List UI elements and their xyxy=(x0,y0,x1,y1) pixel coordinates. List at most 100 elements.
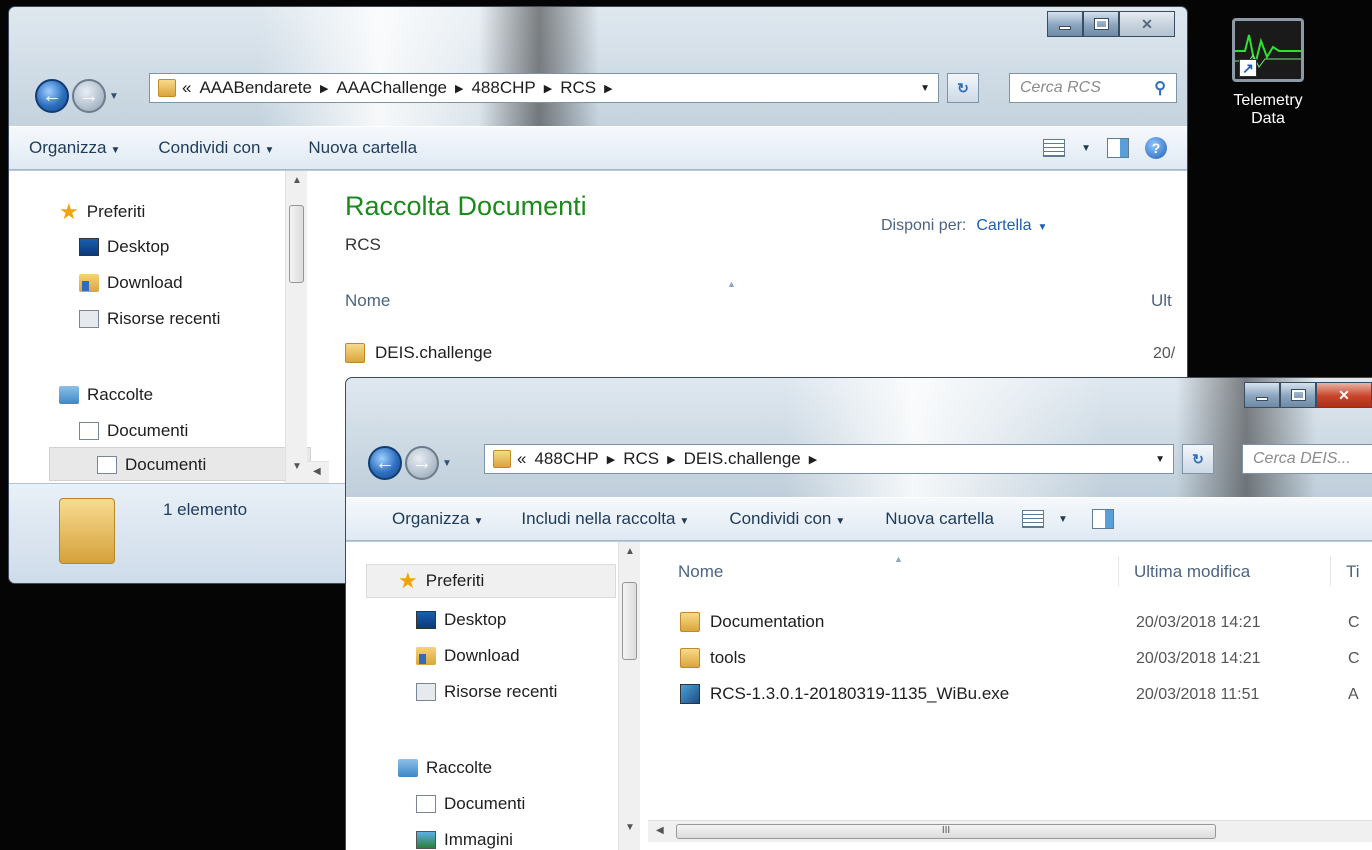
share-menu[interactable]: Condividi con ▼ xyxy=(158,138,274,158)
scroll-thumb[interactable] xyxy=(622,582,637,660)
include-in-library-menu[interactable]: Includi nella raccolta ▼ xyxy=(521,509,689,529)
preview-pane-icon[interactable] xyxy=(1107,138,1129,158)
column-header-modified[interactable]: Ultima modifica xyxy=(1134,562,1250,582)
search-icon[interactable]: ⚲ xyxy=(1154,78,1166,98)
nav-horizontal-scrollbar[interactable]: ◀ xyxy=(307,461,329,483)
desktop-icon-label-2: Data xyxy=(1251,110,1285,127)
minimize-button[interactable] xyxy=(1244,382,1280,408)
scroll-down-icon[interactable]: ▼ xyxy=(619,822,641,842)
minimize-button[interactable] xyxy=(1047,11,1083,37)
back-button[interactable]: ← xyxy=(35,79,69,113)
crumb-deis-challenge[interactable]: DEIS.challenge xyxy=(684,449,801,469)
desktop-icon-label-1: Telemetry xyxy=(1233,92,1303,109)
nav-favorites[interactable]: ★ Preferiti xyxy=(59,201,145,223)
scroll-up-icon[interactable]: ▲ xyxy=(286,175,308,195)
nav-libraries[interactable]: Raccolte xyxy=(398,758,492,778)
search-input[interactable]: Cerca DEIS... xyxy=(1242,444,1372,474)
column-header-modified[interactable]: Ult xyxy=(1151,291,1172,311)
nav-recent[interactable]: Risorse recenti xyxy=(79,309,220,329)
crumb-aaabendarete[interactable]: AAABendarete xyxy=(199,78,311,98)
scroll-left-icon[interactable]: ◀ xyxy=(313,466,321,477)
chevron-down-icon[interactable]: ▼ xyxy=(1058,514,1068,525)
refresh-button[interactable]: ↻ xyxy=(1182,444,1214,474)
nav-download[interactable]: Download xyxy=(79,273,183,293)
nav-download[interactable]: Download xyxy=(416,646,520,666)
crumb-separator-icon[interactable]: ▶ xyxy=(604,82,612,95)
history-dropdown-icon[interactable]: ▼ xyxy=(442,458,452,469)
organize-menu[interactable]: Organizza ▼ xyxy=(392,509,483,529)
column-header-type[interactable]: Ti xyxy=(1346,562,1360,582)
scroll-left-icon[interactable]: ◀ xyxy=(656,825,664,836)
crumb-separator-icon[interactable]: ▶ xyxy=(667,453,675,466)
nav-documents[interactable]: Documenti xyxy=(79,421,188,441)
file-modified: 20/ xyxy=(1153,345,1176,362)
forward-button[interactable]: → xyxy=(405,446,439,480)
crumb-separator-icon[interactable]: ▶ xyxy=(607,453,615,466)
organize-menu[interactable]: Organizza ▼ xyxy=(29,138,120,158)
nav-recent[interactable]: Risorse recenti xyxy=(416,682,557,702)
file-row[interactable]: RCS-1.3.0.1-20180319-1135_WiBu.exe xyxy=(680,684,1009,704)
nav-vertical-scrollbar[interactable]: ▲ ▼ xyxy=(285,171,307,483)
crumb-separator-icon[interactable]: ▶ xyxy=(809,453,817,466)
address-dropdown-icon[interactable]: ▼ xyxy=(1155,454,1165,465)
scroll-thumb[interactable] xyxy=(289,205,304,283)
crumb-488chp[interactable]: 488CHP xyxy=(471,78,535,98)
column-divider[interactable] xyxy=(1330,556,1331,586)
address-bar[interactable]: « AAABendarete ▶ AAAChallenge ▶ 488CHP ▶… xyxy=(149,73,939,103)
nav-desktop[interactable]: Desktop xyxy=(79,237,169,257)
close-button[interactable]: ✕ xyxy=(1119,11,1175,37)
address-dropdown-icon[interactable]: ▼ xyxy=(920,83,930,94)
chevron-down-icon[interactable]: ▼ xyxy=(1081,143,1091,154)
crumb-aaachallenge[interactable]: AAAChallenge xyxy=(336,78,447,98)
scroll-up-icon[interactable]: ▲ xyxy=(619,546,641,566)
column-header-name[interactable]: Nome xyxy=(678,562,723,582)
nav-images[interactable]: Immagini xyxy=(416,830,513,850)
crumb-separator-icon[interactable]: ▶ xyxy=(320,82,328,95)
item-count: 1 elemento xyxy=(163,500,248,519)
share-menu[interactable]: Condividi con ▼ xyxy=(729,509,845,529)
search-input[interactable]: Cerca RCS ⚲ xyxy=(1009,73,1177,103)
arrange-by[interactable]: Disponi per: Cartella ▼ xyxy=(881,217,1047,235)
nav-libraries[interactable]: Raccolte xyxy=(59,385,153,405)
address-bar[interactable]: « 488CHP ▶ RCS ▶ DEIS.challenge ▶ ▼ xyxy=(484,444,1174,474)
file-horizontal-scrollbar[interactable]: ◀ III xyxy=(648,820,1372,842)
close-button[interactable]: ✕ xyxy=(1316,382,1372,408)
new-folder-button[interactable]: Nuova cartella xyxy=(308,138,417,158)
address-prefix[interactable]: « xyxy=(517,449,526,469)
crumb-separator-icon[interactable]: ▶ xyxy=(544,82,552,95)
nav-documents[interactable]: Documenti xyxy=(416,794,525,814)
file-row[interactable]: Documentation xyxy=(680,612,824,632)
maximize-button[interactable] xyxy=(1280,382,1316,408)
nav-favorites[interactable]: ★ Preferiti xyxy=(398,570,484,592)
crumb-488chp[interactable]: 488CHP xyxy=(534,449,598,469)
new-folder-button[interactable]: Nuova cartella xyxy=(885,509,994,529)
scroll-thumb[interactable]: III xyxy=(676,824,1216,839)
crumb-separator-icon[interactable]: ▶ xyxy=(455,82,463,95)
history-dropdown-icon[interactable]: ▼ xyxy=(109,91,119,102)
view-options-icon[interactable] xyxy=(1043,139,1066,157)
nav-documents-sub[interactable]: Documenti xyxy=(97,455,206,475)
help-icon[interactable]: ? xyxy=(1145,137,1167,159)
back-button[interactable]: ← xyxy=(368,446,402,480)
nav-desktop[interactable]: Desktop xyxy=(416,610,506,630)
column-header-name[interactable]: Nome xyxy=(345,291,390,311)
nav-vertical-scrollbar[interactable]: ▲ ▼ xyxy=(618,542,640,850)
forward-button[interactable]: → xyxy=(72,79,106,113)
maximize-button[interactable] xyxy=(1083,11,1119,37)
file-row[interactable]: tools xyxy=(680,648,746,668)
view-options-icon[interactable] xyxy=(1021,510,1044,528)
crumb-rcs[interactable]: RCS xyxy=(623,449,659,469)
telemetry-data-shortcut[interactable]: ↗ Telemetry Data xyxy=(1208,18,1328,128)
sort-ascending-icon: ▲ xyxy=(727,279,736,289)
crumb-rcs[interactable]: RCS xyxy=(560,78,596,98)
scroll-down-icon[interactable]: ▼ xyxy=(286,461,308,481)
column-divider[interactable] xyxy=(1118,556,1119,586)
explorer-window-deis-challenge[interactable]: ✕ ← → ▼ « 488CHP ▶ RCS ▶ DEIS.challenge … xyxy=(345,377,1372,850)
arrange-value[interactable]: Cartella xyxy=(976,217,1031,234)
refresh-button[interactable]: ↻ xyxy=(947,73,979,103)
preview-pane-icon[interactable] xyxy=(1091,509,1114,529)
title-glare xyxy=(259,7,559,127)
address-prefix[interactable]: « xyxy=(182,78,191,98)
file-row[interactable]: DEIS.challenge xyxy=(345,343,492,363)
chevron-down-icon[interactable]: ▼ xyxy=(1038,222,1048,233)
